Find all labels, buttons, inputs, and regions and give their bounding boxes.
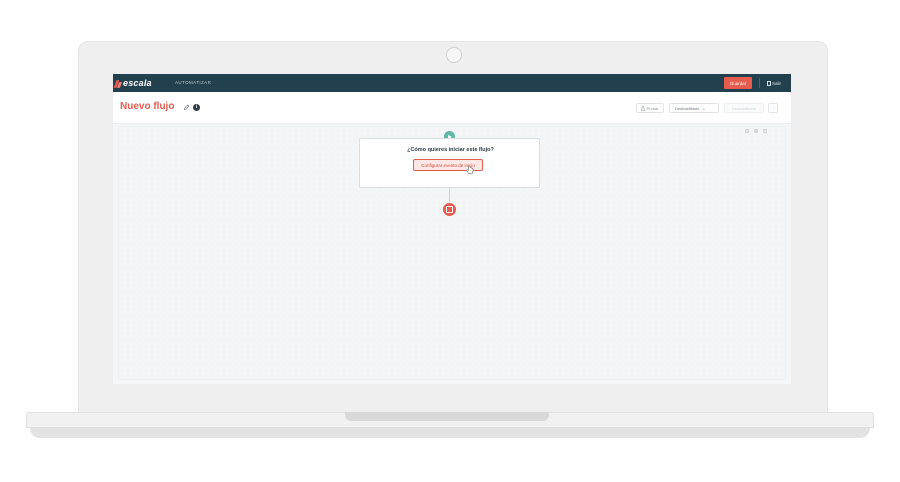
trigger-card: ¿Cómo quieres iniciar este flujo? Config… <box>359 138 540 188</box>
exit-icon <box>767 80 771 86</box>
nav-divider <box>759 78 760 88</box>
zoom-out-icon[interactable]: ⊖ <box>744 129 750 135</box>
hand-cursor-icon <box>466 165 474 174</box>
save-button[interactable]: Guardar <box>724 77 752 89</box>
zoom-toolbar: ⊖ ⊕ ⊡ <box>744 129 768 135</box>
top-navbar: escala AUTOMATIZAR Guardar Salir <box>113 74 791 92</box>
flow-connector <box>449 188 450 202</box>
flask-icon <box>641 105 646 111</box>
trigger-question: ¿Cómo quieres iniciar este flujo? <box>407 147 494 153</box>
page-title: Nuevo flujo <box>120 101 175 112</box>
webcam <box>446 47 462 63</box>
status-value: Deshabilitado <box>675 105 700 111</box>
laptop-notch <box>345 412 549 421</box>
status-select[interactable]: Deshabilitado ⌄ <box>669 103 719 113</box>
zoom-in-icon[interactable]: ⊕ <box>753 129 759 135</box>
test-label: Probar <box>646 105 659 111</box>
pencil-icon[interactable] <box>183 104 190 111</box>
brand-name: escala <box>123 78 152 88</box>
app-screen: escala AUTOMATIZAR Guardar Salir Nuevo f… <box>113 74 791 384</box>
nav-item-automatizar[interactable]: AUTOMATIZAR <box>175 80 211 85</box>
fit-icon[interactable]: ⊡ <box>762 129 768 135</box>
more-options-button[interactable]: ⋮ <box>768 103 778 113</box>
disabled-action-button: Deshabilitado <box>724 103 764 113</box>
exit-button[interactable]: Salir <box>767 79 781 87</box>
test-button[interactable]: Probar <box>636 103 664 113</box>
info-icon[interactable]: i <box>193 104 200 111</box>
exit-label: Salir <box>772 80 782 86</box>
flow-header: Nuevo flujo i Probar Deshabilitado ⌄ Des… <box>113 92 791 124</box>
chevron-down-icon: ⌄ <box>702 105 706 111</box>
laptop-base-bottom <box>30 428 870 438</box>
escala-logo-icon <box>115 79 122 88</box>
end-node[interactable] <box>443 203 456 216</box>
brand-logo[interactable]: escala <box>115 77 152 89</box>
